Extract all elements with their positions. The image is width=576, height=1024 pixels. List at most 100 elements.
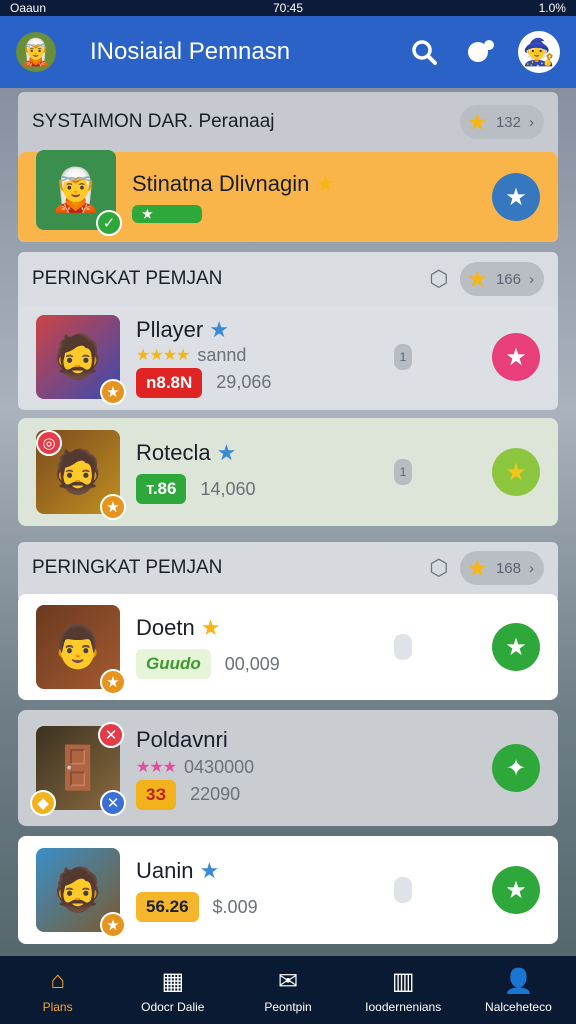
hexagon-icon[interactable]: ⬡ [429,555,448,581]
player-name: Doetn [136,615,195,640]
player-avatar: 🧔 ★ [36,315,126,405]
star-action-button[interactable]: ★ [492,333,540,381]
info-indicator [394,877,412,903]
app-title: INosiaial Pemnasn [90,38,291,65]
chevron-right-icon: › [529,113,534,131]
player-score: 14,060 [200,478,256,499]
nav-item-profile[interactable]: 👤 Nalceheteco [461,956,576,1024]
status-bar: Oaaun 70:45 1.0% [0,0,576,16]
star-icon: ★ [466,108,488,136]
player-card[interactable]: 👨 ★ Doetn ★ Guudo 00,009 ★ [18,594,558,700]
player-name: Rotecla [136,440,211,465]
target-badge-icon: ◎ [36,430,62,456]
featured-avatar: 🧝 ✓ [36,150,122,236]
chevron-right-icon: › [529,270,534,288]
score-pill[interactable]: ★ 132 › [460,105,544,139]
player-stat: sannd [197,344,247,365]
close-badge-icon: ✕ [98,722,124,748]
profile-icon: 👤 [503,967,534,995]
star-icon: ★ [315,171,336,196]
progress-bar: ★ [132,205,202,223]
player-card[interactable]: 🧔 ◎ ★ Rotecla ★ т.86 14,060 1 ★ [18,418,558,526]
search-icon[interactable] [404,32,444,72]
star-icon: ★ [466,554,488,582]
battery: 1.0% [538,1,566,15]
score-pill[interactable]: ★ 168 › [460,551,544,585]
player-avatar: 🧔 ★ [36,848,126,938]
score-chip: 3З [136,779,177,810]
nav-item-calendar[interactable]: ▦ Odocr Dalie [115,956,230,1024]
player-card[interactable]: 🚪 ✕ ◆ ✕ Poldavnri ★★★ 0430000 3З 22090 ✦ [18,710,558,826]
home-icon: ⌂ [50,967,65,994]
section-title: PERINGKAT PEMJAN [32,557,223,578]
info-indicator: 1 [394,459,412,485]
star-action-button[interactable]: ★ [492,866,540,914]
featured-name: Stinatna Dlivnagin [132,171,310,196]
star-icon: ★ [466,265,488,293]
player-score: 29,066 [216,372,272,392]
nav-label: Ioodernenians [365,1000,442,1014]
rating-stars: ★★★★ [136,347,190,364]
player-name: Pllayer [136,316,204,342]
chevron-right-icon: › [529,559,534,577]
coin-badge-icon: ◆ [30,790,56,816]
badge-icon: ★ [100,379,126,405]
player-score: 22090 [190,784,241,804]
clock: 70:45 [272,1,303,15]
chat-icon[interactable] [460,32,500,72]
score-chip: 56.26 [136,892,199,922]
app-bar: 🧝 INosiaial Pemnasn 🧙 [0,16,576,88]
score-chip: n8.8N [136,367,203,398]
hexagon-icon[interactable]: ⬡ [429,266,448,292]
player-name: Poldavnri [136,726,228,752]
mail-icon: ✉ [277,967,299,995]
star-action-button[interactable]: ★ [492,623,540,671]
pill-value: 166 [495,270,521,288]
section-title: PERINGKAT PEMJAN [32,268,223,289]
star-action-button[interactable]: ★ [492,173,540,221]
nav-item-leaderboard[interactable]: ▥ Ioodernenians [346,956,461,1024]
info-indicator: 1 [394,344,412,370]
badge-icon: ✕ [100,790,126,816]
score-pill[interactable]: ★ 166 › [460,262,544,296]
avatar-icon[interactable]: 🧙 [518,31,560,73]
carrier: Oaaun [10,1,47,15]
bottom-nav: ⌂ Plans ▦ Odocr Dalie ✉ Peontpin ▥ Ioode… [0,956,576,1024]
score-chip: Guudo [136,649,211,679]
player-name: Uanin [136,858,194,883]
rating-stars: ★★★ [136,759,177,776]
info-indicator [394,634,412,660]
featured-card[interactable]: 🧝 ✓ Stinatna Dlivnagin ★ ★ ★ [18,150,558,242]
badge-icon: ★ [100,669,126,695]
nav-item-home[interactable]: ⌂ Plans [0,956,115,1024]
player-card[interactable]: 🧔 ★ Pllayer ★ ★★★★ sannd n8.8N 29,066 1 ★ [18,306,558,408]
nav-item-mail[interactable]: ✉ Peontpin [230,956,345,1024]
star-action-button[interactable]: ✦ [492,744,540,792]
score-chip: т.86 [136,474,187,504]
star-action-button[interactable]: ★ [492,448,540,496]
badge-icon: ★ [100,494,126,520]
pill-value: 168 [495,559,521,577]
elf-face-icon[interactable]: 🧝 [16,32,56,72]
nav-label: Nalceheteco [485,1000,552,1014]
ranking-panel-2: PERINGKAT PEMJAN ⬡ ★ 168 › [18,542,558,602]
player-avatar: 🧔 ◎ ★ [36,430,126,520]
star-icon: ★ [200,615,221,640]
gate-avatar: 🚪 ✕ ◆ ✕ [30,722,126,816]
star-icon: ★ [209,316,229,342]
calendar-icon: ▦ [161,967,185,995]
player-stat: 0430000 [184,756,255,777]
badge-icon: ★ [100,912,126,938]
player-avatar: 👨 ★ [36,605,126,695]
player-card[interactable]: 🧔 ★ Uanin ★ 56.26 $.009 ★ [18,836,558,944]
player-score: 00,009 [224,653,280,674]
nav-label: Plans [42,1000,73,1014]
nav-label: Peontpin [264,1000,312,1014]
player-score: $.009 [212,896,258,917]
check-badge-icon: ✓ [96,210,122,236]
star-icon: ★ [216,440,237,465]
nav-label: Odocr Dalie [141,1000,205,1014]
section-title: SYSTAIMON DAR. Peranaaj [32,111,275,132]
star-icon: ★ [199,858,220,883]
leaderboard-icon: ▥ [391,967,415,995]
